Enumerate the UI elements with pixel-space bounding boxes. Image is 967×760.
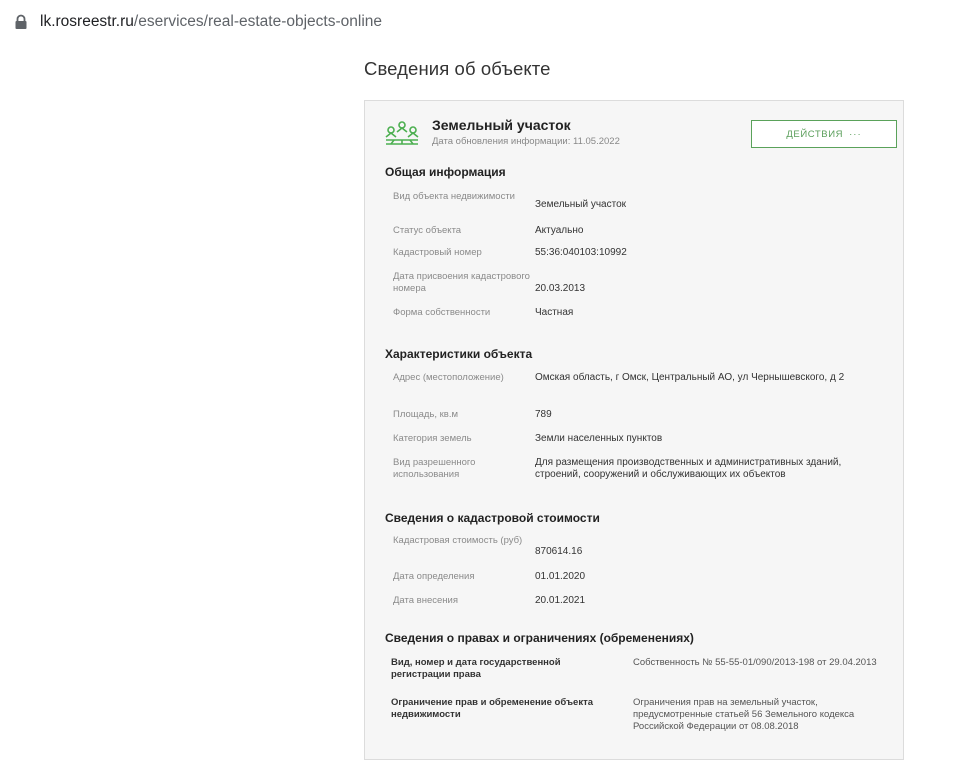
row-label: Дата определения [393,571,475,582]
row-label: Вид разрешенного использования [393,457,476,480]
row-value: 20.01.2021 [535,595,586,606]
row-value: Ограничения прав на земельный участок, п… [633,697,855,732]
row-label: Адрес (местоположение) [393,372,504,383]
lock-icon [15,14,27,29]
row-value: Земли населенных пунктов [535,433,663,444]
row-value: Частная [535,307,574,318]
row-value: Земельный участок [535,199,627,210]
object-type-title: Земельный участок [432,117,571,133]
row-label: Кадастровая стоимость (руб) [393,535,523,546]
actions-button[interactable]: ДЕЙСТВИЯ ··· [751,120,897,148]
object-header: Земельный участок Дата обновления информ… [383,117,897,153]
row-value: Для размещения производственных и админи… [535,457,842,480]
row-value: 55:36:040103:10992 [535,247,627,258]
row-label: Площадь, кв.м [393,409,459,420]
row-label: Форма собственности [393,307,491,318]
row-label: Ограничение прав и обременение объекта н… [391,697,594,720]
row-label: Кадастровый номер [393,247,482,258]
actions-button-label: ДЕЙСТВИЯ [786,128,844,140]
url-path: /eservices/real-estate-objects-online [133,13,383,30]
row-value: Актуально [535,225,584,236]
section-rights-title: Сведения о правах и ограничениях (обреме… [385,631,694,645]
land-plot-icon [385,121,419,145]
row-value: 20.03.2013 [535,283,586,294]
url-domain: lk.rosreestr.ru [40,13,134,30]
row-value: 870614.16 [535,546,583,557]
page-title: Сведения об объекте [364,58,551,79]
row-label: Вид, номер и дата государственной регист… [391,657,561,680]
row-label: Дата внесения [393,595,458,606]
row-value: Собственность № 55-55-01/090/2013-198 от… [633,657,877,668]
section-characteristics-title: Характеристики объекта [385,347,533,361]
row-label: Статус объекта [393,225,462,236]
row-label: Вид объекта недвижимости [393,191,515,202]
update-date: Дата обновления информации: 11.05.2022 [432,136,620,147]
address-bar[interactable]: lk.rosreestr.ru/eservices/real-estate-ob… [0,0,967,44]
row-label: Дата присвоения кадастрового номера [393,271,530,294]
object-card: Земельный участок Дата обновления информ… [364,100,904,760]
row-label: Категория земель [393,433,472,444]
row-value: 789 [535,409,552,420]
more-dots-icon: ··· [849,128,862,140]
row-value: Омская область, г Омск, Центральный АО, … [535,372,845,383]
section-general-title: Общая информация [385,165,506,179]
section-cadastral-title: Сведения о кадастровой стоимости [385,511,600,525]
row-value: 01.01.2020 [535,571,586,582]
